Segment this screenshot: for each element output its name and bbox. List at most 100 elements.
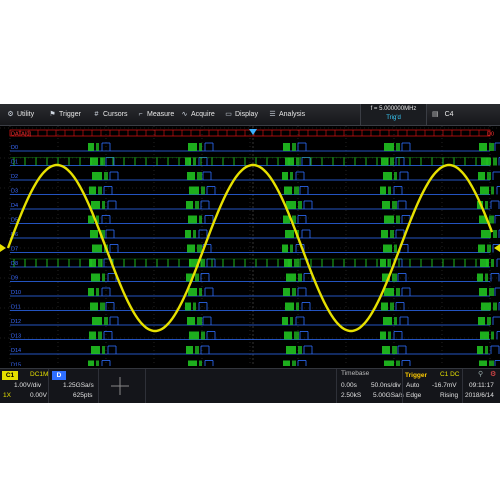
digital-pulse <box>392 346 397 354</box>
menu-cursors[interactable]: # Cursors <box>92 104 128 125</box>
digital-pulse <box>298 201 302 209</box>
digital-pulse <box>199 288 202 296</box>
digital-pulse <box>478 317 485 325</box>
digital-channel-label: D9 <box>11 276 18 282</box>
digital-pulse <box>382 346 390 354</box>
settings-icon[interactable]: ⚙ <box>490 370 496 378</box>
digital-pulse <box>193 302 196 311</box>
digital-pulse <box>186 201 193 209</box>
timebase-header: Timebase <box>341 370 370 377</box>
digital-pulse <box>493 230 497 238</box>
trigger-mode[interactable]: Auto <box>406 382 419 389</box>
digital-pulse <box>478 244 485 253</box>
trigger-level-marker[interactable] <box>494 244 500 252</box>
digital-pulse <box>91 201 100 209</box>
digital-channel-label: D13 <box>11 334 21 340</box>
digital-pulse <box>296 302 299 311</box>
menu-display-label: Display <box>235 111 258 118</box>
digital-pulse <box>493 157 497 166</box>
digital-pulse <box>96 360 99 366</box>
digital-channel-label: D1 <box>11 160 18 166</box>
digital-pulse <box>90 230 98 238</box>
analysis-icon: ☰ <box>269 111 276 118</box>
digital-pulse <box>390 157 394 166</box>
digital-pulse <box>188 215 197 224</box>
digital-pulse <box>197 172 202 180</box>
acquire-icon: ∿ <box>181 111 188 118</box>
trigger-header: Trigger <box>405 372 428 379</box>
menu-utility[interactable]: ⚙ Utility <box>6 104 34 125</box>
trigger-type: Edge <box>406 392 422 399</box>
digital-badge[interactable]: D <box>52 371 66 380</box>
gear-icon: ⚙ <box>7 111 14 118</box>
digital-channel-label: D10 <box>11 290 21 296</box>
digital-channel-labels: DATA[0] D0D0D1D2D3D4D5D6D7D8D9D10D11D12D1… <box>11 132 494 367</box>
ch1-badge[interactable]: C1 <box>2 371 18 380</box>
digital-pulse <box>485 273 488 282</box>
digital-pulse <box>390 230 394 238</box>
digital-pulse <box>294 331 299 340</box>
add-channel-icon[interactable] <box>100 371 140 401</box>
menu-measure-label: Measure <box>147 111 175 118</box>
channel-selector[interactable]: ▤ C4 <box>432 104 454 125</box>
digital-pulse <box>285 302 294 311</box>
digital-pulse <box>296 157 299 166</box>
digital-pulse <box>102 273 105 282</box>
digital-pulse <box>489 143 494 151</box>
digital-pulse <box>480 331 489 340</box>
ch1-probe: 1X <box>3 392 11 399</box>
digital-pulse <box>201 331 205 340</box>
oscilloscope-screen: ⚙ Utility ⚑ Trigger # Cursors ⌐ Measure ∿ Acq… <box>0 104 500 403</box>
digital-pulse <box>487 317 491 325</box>
digital-pulse <box>485 201 488 209</box>
timebase-delay: 0.00s <box>341 382 357 389</box>
digital-pulse <box>383 317 392 325</box>
digital-pulse <box>187 244 195 253</box>
menu-analysis[interactable]: ☰ Analysis <box>268 104 305 125</box>
menu-display[interactable]: ▭ Display <box>224 104 258 125</box>
digital-pulse <box>189 331 199 340</box>
menu-analysis-label: Analysis <box>279 111 306 118</box>
menu-bar: ⚙ Utility ⚑ Trigger # Cursors ⌐ Measure ∿ Acq… <box>0 104 500 126</box>
divider <box>402 369 403 403</box>
waveform-area: DATA[0] D0D0D1D2D3D4D5D6D7D8D9D10D11D12D1… <box>0 126 500 366</box>
digital-pulse <box>478 172 485 180</box>
digital-pulse <box>188 288 197 296</box>
divider <box>145 369 146 403</box>
digital-pulse <box>283 143 290 151</box>
digital-pulse <box>104 172 108 180</box>
digital-pulse <box>298 273 302 282</box>
digital-pulse <box>284 259 292 267</box>
timebase-scale[interactable]: 50.0ns/div <box>371 382 401 389</box>
digital-pulse <box>92 317 102 325</box>
trigger-status: Trig'd <box>386 115 401 121</box>
menu-measure[interactable]: ⌐ Measure <box>136 104 174 125</box>
digital-pulse <box>489 215 494 224</box>
display-icon: ▭ <box>225 111 232 118</box>
frequency-counter: f = 5.000000MHz Trig'd <box>360 104 427 125</box>
digital-pulse <box>388 186 391 195</box>
digital-pulse <box>185 230 191 238</box>
menu-acquire[interactable]: ∿ Acquire <box>180 104 215 125</box>
digital-pulse <box>298 346 302 354</box>
digital-channel-label: D12 <box>11 319 21 325</box>
digital-pulse <box>477 346 483 354</box>
digital-pulse <box>286 346 296 354</box>
trigger-slope: Rising <box>440 392 459 399</box>
digital-pulse <box>383 244 392 253</box>
digital-sample-rate: 1.25GSa/s <box>63 382 94 389</box>
digital-pulse <box>390 302 394 311</box>
digital-pulse <box>489 288 494 296</box>
digital-pulse <box>392 273 397 282</box>
digital-pulse <box>195 201 199 209</box>
digital-pulse <box>284 331 292 340</box>
digital-pulse <box>195 346 199 354</box>
digital-pulse <box>283 288 290 296</box>
divider <box>98 369 99 403</box>
digital-pulse <box>382 201 390 209</box>
ch1-offset-marker[interactable] <box>0 244 6 252</box>
digital-channel-label: D4 <box>11 203 18 209</box>
digital-pulse <box>480 259 489 267</box>
menu-trigger[interactable]: ⚑ Trigger <box>48 104 81 125</box>
digital-pulse <box>380 259 386 267</box>
